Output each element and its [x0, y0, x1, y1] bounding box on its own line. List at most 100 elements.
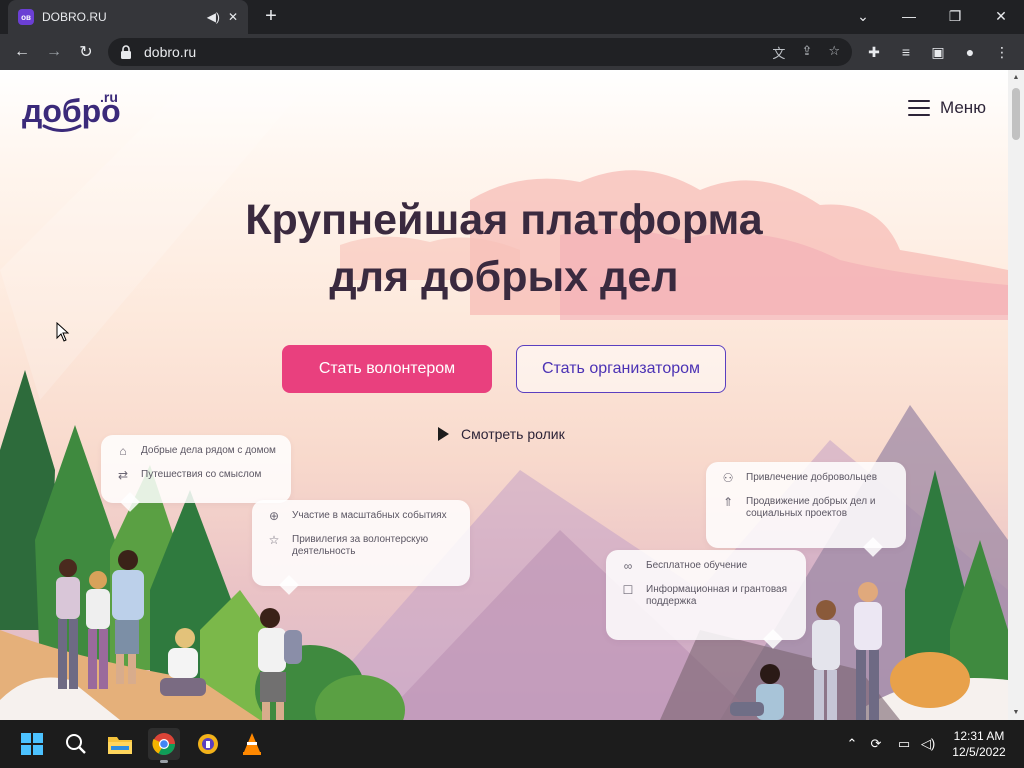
forward-button[interactable]: →	[42, 40, 66, 64]
bookmark-star-icon[interactable]: ☆	[828, 43, 840, 62]
hero-section: добро .ru Меню Крупнейшая платформа для …	[0, 70, 1008, 720]
become-volunteer-button[interactable]: Стать волонтером	[282, 345, 492, 393]
rocket-icon: ⇑	[722, 495, 734, 509]
feature-text: Участие в масштабных событиях	[292, 510, 447, 521]
feature-text: Бесплатное обучение	[646, 560, 748, 571]
bush-shape	[255, 645, 365, 720]
feature-text: Путешествия со смыслом	[141, 469, 262, 480]
watch-video-link[interactable]: Смотреть ролик	[438, 426, 565, 442]
lock-icon	[121, 45, 131, 59]
page-viewport: добро .ru Меню Крупнейшая платформа для …	[0, 70, 1008, 720]
chat-icon: ☐	[622, 583, 634, 597]
volume-icon[interactable]: ◁)	[918, 734, 938, 754]
ground-shape	[0, 677, 120, 720]
tree-shape	[150, 490, 235, 690]
system-clock[interactable]: 12:31 AM 12/5/2022	[944, 728, 1014, 760]
tree-shape	[905, 470, 965, 690]
vlc-icon[interactable]	[236, 728, 268, 760]
dobro-logo[interactable]: добро .ru	[22, 88, 132, 132]
headline-line-2: для добрых дел	[329, 253, 679, 301]
browser-tab-strip: ов DOBRO.RU ◀) ✕ + ⌄ — ❐ ✕	[0, 0, 1024, 34]
search-icon[interactable]	[60, 728, 92, 760]
close-window-button[interactable]: ✕	[978, 0, 1024, 32]
hero-headline: Крупнейшая платформа для добрых дел	[0, 192, 1008, 306]
feature-card: ⌂ Добрые дела рядом с домом ⇄ Путешестви…	[101, 435, 291, 512]
browser-tab[interactable]: ов DOBRO.RU ◀) ✕	[8, 0, 248, 34]
tab-search-icon[interactable]: ⌄	[840, 0, 886, 32]
ground-shape	[660, 630, 900, 720]
feature-card: ⚇ Привлечение добровольцев ⇑ Продвижение…	[706, 462, 906, 557]
side-panel-icon[interactable]: ▣	[928, 42, 948, 62]
page-scrollbar[interactable]: ▲ ▼	[1008, 70, 1024, 720]
tab-title: DOBRO.RU	[42, 10, 107, 24]
feature-item: ⇄ Путешествия со смыслом	[115, 469, 277, 483]
globe-icon: ⊕	[268, 509, 280, 523]
minimize-button[interactable]: —	[886, 0, 932, 32]
route-icon: ⇄	[117, 468, 129, 482]
file-explorer-icon[interactable]	[104, 728, 136, 760]
restore-button[interactable]: ❐	[932, 0, 978, 32]
feature-item: ⇑ Продвижение добрых дел и социальных пр…	[720, 496, 892, 520]
watch-video-label: Смотреть ролик	[461, 426, 565, 442]
scroll-up-icon[interactable]: ▲	[1011, 74, 1021, 81]
feature-text: Привлечение добровольцев	[746, 472, 878, 483]
sync-icon[interactable]: ⟳	[866, 734, 886, 754]
headline-line-1: Крупнейшая платформа	[245, 196, 763, 244]
media-control-icon[interactable]: ≡	[896, 42, 916, 62]
hamburger-icon	[908, 100, 930, 116]
windows-taskbar: ⌃ ⟳ ▭ ◁) 12:31 AM 12/5/2022	[0, 720, 1024, 768]
feature-text: Продвижение добрых дел и социальных прое…	[746, 496, 876, 519]
feature-item: ☆ Привилегия за волонтерскую деятельност…	[266, 534, 456, 558]
browser-toolbar: ← → ↻ dobro.ru 文 ⇪ ☆ ✚ ≡ ▣ ● ⋮	[0, 34, 1024, 70]
feature-text: Добрые дела рядом с домом	[141, 445, 276, 456]
become-organizer-button[interactable]: Стать организатором	[516, 345, 726, 393]
rock-shape	[890, 652, 970, 708]
star-icon: ☆	[268, 533, 280, 547]
close-tab-icon[interactable]: ✕	[228, 10, 238, 24]
feature-card: ⊕ Участие в масштабных событиях ☆ Привил…	[252, 500, 470, 595]
new-tab-button[interactable]: +	[260, 6, 282, 28]
feature-card: ∞ Бесплатное обучение ☐ Информационная и…	[606, 550, 806, 649]
ground-shape	[0, 630, 260, 720]
bush-shape	[315, 675, 405, 720]
ground-shape	[860, 678, 1008, 720]
clock-time: 12:31 AM	[953, 729, 1005, 743]
chrome-icon[interactable]	[148, 728, 180, 763]
feature-text: Привилегия за волонтерскую деятельность	[292, 534, 429, 557]
feature-item: ⚇ Привлечение добровольцев	[720, 472, 892, 486]
share-icon[interactable]: ⇪	[801, 43, 812, 62]
back-button[interactable]: ←	[10, 40, 34, 64]
feature-item: ☐ Информационная и грантовая поддержка	[620, 584, 792, 608]
feature-item: ⊕ Участие в масштабных событиях	[266, 510, 456, 524]
tree-shape	[0, 370, 55, 630]
play-icon	[438, 427, 449, 441]
speaker-icon[interactable]: ◀)	[207, 10, 220, 24]
mouse-cursor-icon	[56, 322, 70, 342]
feature-text: Информационная и грантовая поддержка	[646, 584, 788, 607]
browser-menu-icon[interactable]: ⋮	[992, 42, 1012, 62]
network-icon[interactable]: ▭	[894, 734, 914, 754]
extensions-icon[interactable]: ✚	[864, 42, 884, 62]
tray-overflow-icon[interactable]: ⌃	[844, 734, 860, 754]
menu-label: Меню	[940, 98, 986, 117]
feature-item: ⌂ Добрые дела рядом с домом	[115, 445, 277, 459]
hero-illustration	[0, 70, 1008, 720]
profile-avatar-icon[interactable]: ●	[960, 42, 980, 62]
start-icon[interactable]	[16, 728, 48, 760]
people-icon: ⚇	[722, 471, 734, 485]
feature-item: ∞ Бесплатное обучение	[620, 560, 792, 574]
tree-shape	[200, 590, 290, 720]
site-favicon-icon: ов	[18, 9, 34, 25]
glasses-icon: ∞	[623, 559, 633, 573]
reload-button[interactable]: ↻	[74, 40, 98, 64]
translate-icon[interactable]: 文	[772, 43, 785, 62]
scroll-down-icon[interactable]: ▼	[1011, 709, 1021, 716]
scrollbar-thumb[interactable]	[1012, 88, 1020, 140]
tree-shape	[950, 540, 1008, 720]
address-bar[interactable]: dobro.ru 文 ⇪ ☆	[108, 38, 852, 66]
home-icon: ⌂	[119, 444, 127, 458]
clock-date: 12/5/2022	[952, 745, 1006, 759]
menu-button[interactable]: Меню	[908, 98, 986, 118]
vpn-icon[interactable]	[192, 728, 224, 760]
svg-text:.ru: .ru	[100, 89, 118, 105]
